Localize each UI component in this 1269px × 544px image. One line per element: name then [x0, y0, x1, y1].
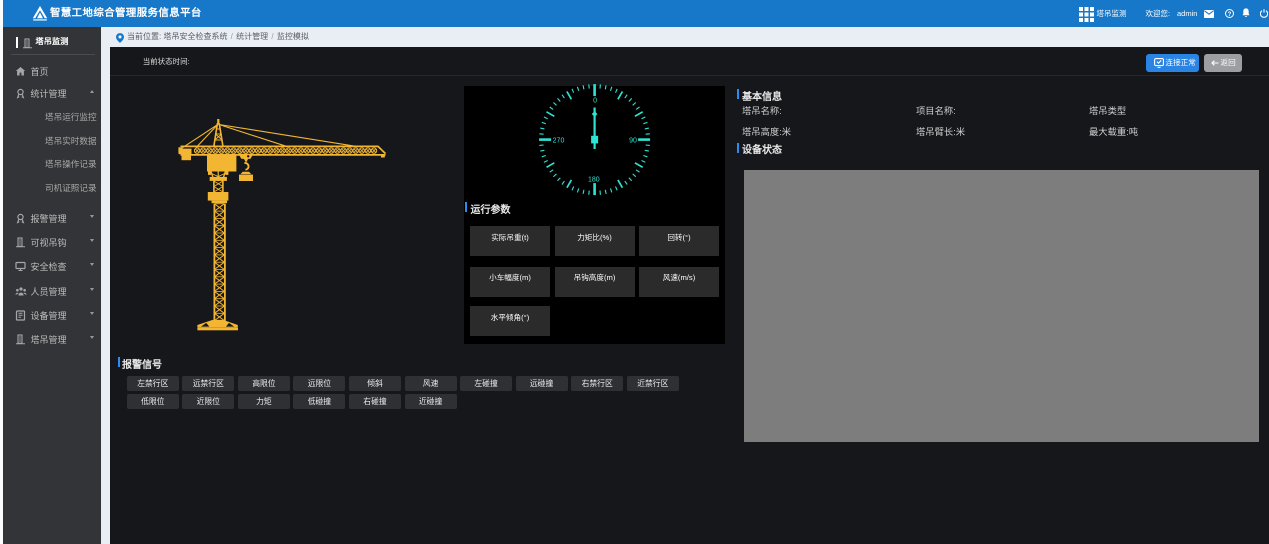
- svg-text:270: 270: [553, 138, 565, 145]
- svg-text:?: ?: [1227, 11, 1231, 17]
- svg-text:180: 180: [588, 176, 600, 183]
- svg-text:0: 0: [593, 98, 597, 105]
- svg-text:90: 90: [629, 138, 637, 145]
